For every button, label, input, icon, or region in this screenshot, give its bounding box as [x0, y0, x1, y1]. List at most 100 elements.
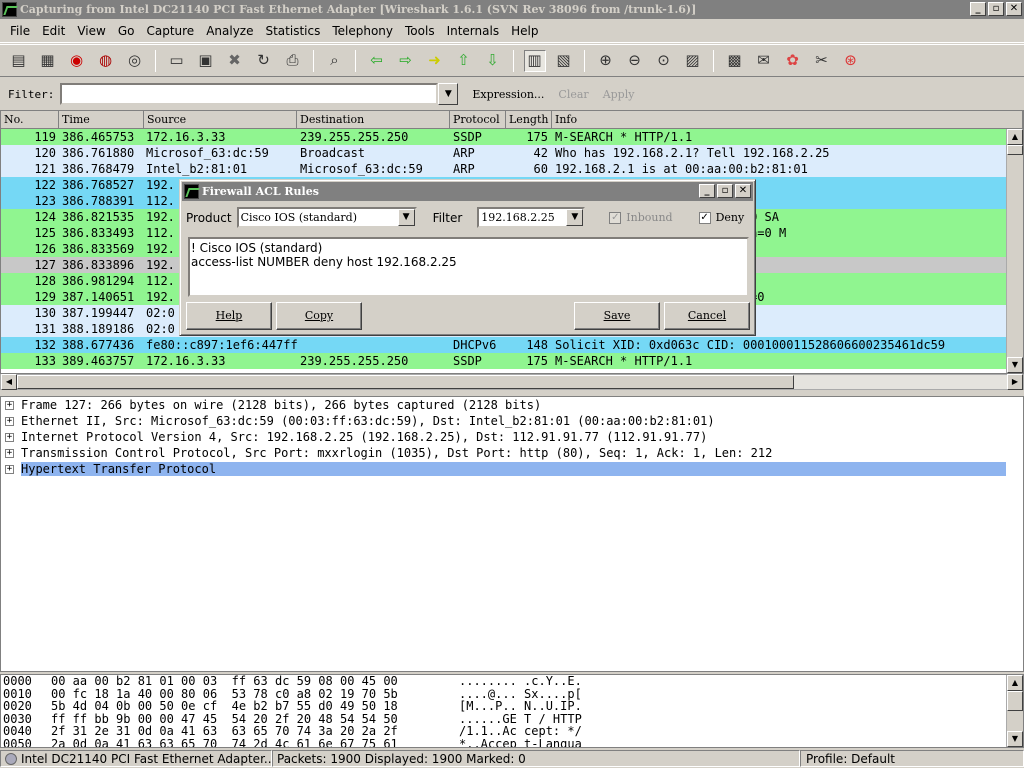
expression-button[interactable]: Expression...: [472, 88, 544, 101]
deny-checkbox[interactable]: ✓: [698, 211, 711, 224]
column-header-length[interactable]: Length: [506, 111, 552, 128]
filter-input[interactable]: [60, 83, 439, 105]
go-forward-icon[interactable]: ⇨: [395, 50, 417, 72]
preferences-icon[interactable]: ✂: [811, 50, 833, 72]
menu-go[interactable]: Go: [112, 20, 141, 42]
packet-row[interactable]: 119 386.465753 172.16.3.33 239.255.255.250 S…: [1, 129, 1023, 145]
minimize-button[interactable]: _: [970, 2, 986, 16]
column-header-source[interactable]: Source: [144, 111, 297, 128]
packet-bytes-pane[interactable]: 0000 00 aa 00 b2 81 01 00 03 ff 63 dc 59 …: [0, 674, 1024, 748]
packet-row[interactable]: 121 386.768479 Intel_b2:81:01 Microsof_63:d…: [1, 161, 1023, 177]
filter-type-select[interactable]: 192.168.2.25 ▼: [477, 207, 586, 228]
bytes-vscroll[interactable]: ▲ ▼: [1006, 675, 1023, 747]
cancel-button[interactable]: Cancel: [664, 302, 750, 330]
bytes-scroll-thumb[interactable]: [1007, 691, 1023, 711]
reload-icon[interactable]: ↻: [253, 50, 275, 72]
resize-columns-icon[interactable]: ▨: [682, 50, 704, 72]
detail-row[interactable]: + Frame 127: 266 bytes on wire (2128 bits…: [1, 397, 1023, 413]
scroll-left-button[interactable]: ◀: [1, 374, 17, 390]
expert-info-icon[interactable]: [5, 753, 17, 765]
capture-options-icon[interactable]: ▦: [37, 50, 59, 72]
column-header-destination[interactable]: Destination: [297, 111, 450, 128]
scroll-down-button[interactable]: ▼: [1007, 357, 1023, 373]
menu-telephony[interactable]: Telephony: [326, 20, 399, 42]
capture-filters-icon[interactable]: ▩: [724, 50, 746, 72]
acl-rules-textarea[interactable]: ! Cisco IOS (standard) access-list NUMBE…: [188, 237, 749, 297]
zoom-in-icon[interactable]: ⊕: [595, 50, 617, 72]
copy-button[interactable]: Copy: [276, 302, 362, 330]
find-icon[interactable]: ⌕: [324, 50, 346, 72]
start-capture-icon[interactable]: ◉: [66, 50, 88, 72]
inbound-checkbox[interactable]: ✓: [609, 211, 622, 224]
menu-file[interactable]: File: [4, 20, 36, 42]
apply-button[interactable]: Apply: [603, 88, 635, 101]
menu-internals[interactable]: Internals: [441, 20, 506, 42]
clear-button[interactable]: Clear: [558, 88, 588, 101]
product-select[interactable]: Cisco IOS (standard) ▼: [236, 207, 417, 228]
window-titlebar[interactable]: Capturing from Intel DC21140 PCI Fast Et…: [0, 0, 1024, 19]
go-first-icon[interactable]: ⇧: [453, 50, 475, 72]
column-header-no[interactable]: No.: [1, 111, 59, 128]
go-to-packet-icon[interactable]: ➜: [424, 50, 446, 72]
expand-icon[interactable]: +: [5, 416, 14, 426]
column-header-protocol[interactable]: Protocol: [450, 111, 506, 128]
column-header-time[interactable]: Time: [59, 111, 144, 128]
interface-list-icon[interactable]: ▤: [8, 50, 30, 72]
detail-row[interactable]: + Ethernet II, Src: Microsof_63:dc:59 (00…: [1, 413, 1023, 429]
go-last-icon[interactable]: ⇩: [482, 50, 504, 72]
scroll-up-button[interactable]: ▲: [1007, 129, 1023, 145]
detail-row[interactable]: + Internet Protocol Version 4, Src: 192.1…: [1, 429, 1023, 445]
expand-icon[interactable]: +: [5, 432, 14, 442]
dialog-close-button[interactable]: ✕: [735, 184, 751, 198]
status-profile[interactable]: Profile: Default: [800, 750, 1024, 767]
print-icon[interactable]: ⎙: [282, 50, 304, 72]
column-header-info[interactable]: Info: [552, 111, 1023, 128]
menu-help[interactable]: Help: [505, 20, 544, 42]
close-button[interactable]: ✕: [1006, 2, 1022, 16]
expand-icon[interactable]: +: [5, 400, 14, 410]
expand-icon[interactable]: +: [5, 464, 14, 474]
restart-capture-icon[interactable]: ◎: [124, 50, 146, 72]
packet-list-hscroll[interactable]: ◀ ▶: [0, 374, 1024, 390]
detail-row[interactable]: + Hypertext Transfer Protocol: [1, 461, 1023, 477]
filter-type-dropdown-button[interactable]: ▼: [566, 209, 584, 226]
close-file-icon[interactable]: ✖: [224, 50, 246, 72]
save-button[interactable]: Save: [574, 302, 660, 330]
detail-row[interactable]: + Transmission Control Protocol, Src Port…: [1, 445, 1023, 461]
open-icon[interactable]: ▭: [166, 50, 188, 72]
expand-icon[interactable]: +: [5, 448, 14, 458]
menu-tools[interactable]: Tools: [399, 20, 441, 42]
bytes-scroll-up-button[interactable]: ▲: [1007, 675, 1023, 691]
display-filters-icon[interactable]: ✉: [753, 50, 775, 72]
scroll-right-button[interactable]: ▶: [1007, 374, 1023, 390]
bytes-scroll-down-button[interactable]: ▼: [1007, 731, 1023, 747]
product-dropdown-button[interactable]: ▼: [397, 209, 415, 226]
go-back-icon[interactable]: ⇦: [366, 50, 388, 72]
menu-edit[interactable]: Edit: [36, 20, 71, 42]
coloring-rules-icon[interactable]: ✿: [782, 50, 804, 72]
menu-statistics[interactable]: Statistics: [259, 20, 326, 42]
stop-capture-icon[interactable]: ◍: [95, 50, 117, 72]
colorize-icon[interactable]: ▥: [523, 49, 546, 72]
menu-analyze[interactable]: Analyze: [200, 20, 259, 42]
packet-row[interactable]: 133 389.463757 172.16.3.33 239.255.255.250 S…: [1, 353, 1023, 369]
packet-details-pane[interactable]: + Frame 127: 266 bytes on wire (2128 bits…: [0, 396, 1024, 672]
zoom-out-icon[interactable]: ⊖: [624, 50, 646, 72]
packet-row[interactable]: 132 388.677436 fe80::c897:1ef6:447ff02::1:…: [1, 337, 1023, 353]
dialog-titlebar[interactable]: Firewall ACL Rules _ ▫ ✕: [182, 182, 753, 201]
menu-view[interactable]: View: [71, 20, 111, 42]
help-button[interactable]: Help: [186, 302, 272, 330]
autoscroll-icon[interactable]: ▧: [553, 50, 575, 72]
normal-size-icon[interactable]: ⊙: [653, 50, 675, 72]
menu-capture[interactable]: Capture: [140, 20, 200, 42]
packet-list-vscroll[interactable]: ▲ ▼: [1006, 129, 1023, 373]
scroll-thumb[interactable]: [1007, 145, 1023, 155]
dialog-minimize-button[interactable]: _: [699, 184, 715, 198]
packet-row[interactable]: 120 386.761880 Microsof_63:dc:59 Broadcast A…: [1, 145, 1023, 161]
maximize-button[interactable]: ▫: [988, 2, 1004, 16]
save-icon[interactable]: ▣: [195, 50, 217, 72]
hscroll-thumb[interactable]: [17, 375, 794, 389]
filter-dropdown-button[interactable]: ▼: [438, 83, 459, 105]
dialog-maximize-button[interactable]: ▫: [717, 184, 733, 198]
help-icon[interactable]: ⊛: [840, 50, 862, 72]
